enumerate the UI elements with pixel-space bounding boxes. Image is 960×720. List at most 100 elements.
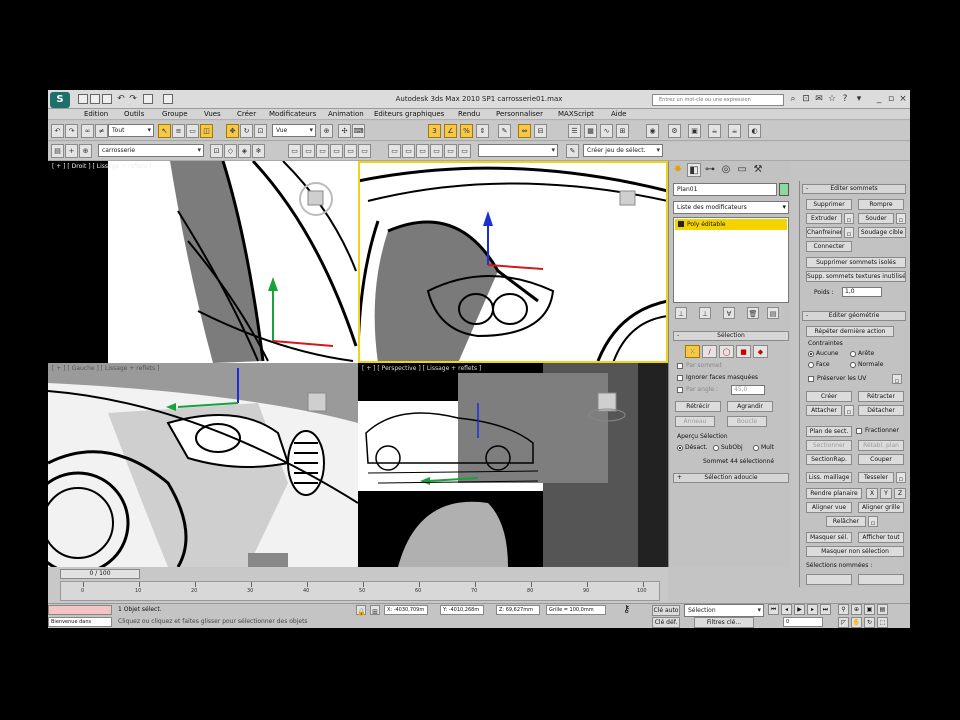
cut-button[interactable]: Couper	[858, 454, 904, 465]
tessellate-button[interactable]: Tesseler	[858, 472, 894, 483]
menu-outils[interactable]: Outils	[124, 110, 144, 118]
snap-options-4-icon[interactable]: ▭	[430, 144, 443, 158]
edge-subobject-icon[interactable]: ∕	[702, 345, 717, 358]
snap-options-6-icon[interactable]: ▭	[458, 144, 471, 158]
preview-multi-radio[interactable]	[753, 445, 759, 451]
grid-align-button[interactable]: Aligner grille	[858, 502, 904, 513]
graphite-toggle-icon[interactable]: ▦	[584, 124, 597, 138]
layer-new-icon[interactable]: +	[65, 144, 78, 158]
by-vertex-checkbox[interactable]	[677, 363, 683, 369]
layer-add-icon[interactable]: ⊕	[79, 144, 92, 158]
edit-geometry-rollout-header[interactable]: - Editer géométrie	[802, 311, 906, 321]
polygon-subobject-icon[interactable]: ■	[736, 345, 751, 358]
help-dropdown-icon[interactable]: ▾	[854, 94, 864, 104]
current-layer-dropdown[interactable]: carrosserie	[98, 144, 204, 157]
weld-settings-icon[interactable]: ▫	[896, 213, 906, 224]
viewport-label-left[interactable]: [ + ] [ Gauche ] [ Lissage + reflets ]	[52, 365, 160, 372]
keyboard-shortcut-icon[interactable]: ⌨	[352, 124, 365, 138]
render-setup-icon[interactable]: ⚙	[668, 124, 681, 138]
remove-button[interactable]: Supprimer	[806, 199, 852, 210]
element-subobject-icon[interactable]: ◆	[753, 345, 768, 358]
modify-tab-icon[interactable]: ◧	[687, 163, 701, 177]
render-production-icon[interactable]: ☕	[708, 124, 721, 138]
remove-modifier-icon[interactable]: 🗑	[747, 307, 759, 319]
display-tab-icon[interactable]: ▭	[735, 163, 749, 177]
key-filters-button[interactable]: Filtres clé...	[694, 617, 754, 628]
extrude-settings-icon[interactable]: ▫	[844, 213, 854, 224]
named-selection-edit-icon[interactable]: ✎	[498, 124, 511, 138]
schematic-view-icon[interactable]: ⊞	[616, 124, 629, 138]
layer-hide-icon[interactable]: ◈	[238, 144, 251, 158]
viewport-perspective[interactable]: [ + ] [ Perspective ] [ Lissage + reflet…	[358, 363, 668, 567]
viewport-control-5-icon[interactable]: ▭	[344, 144, 357, 158]
menu-modificateurs[interactable]: Modificateurs	[269, 110, 316, 118]
pivot-center-icon[interactable]: ⊕	[320, 124, 333, 138]
make-unique-icon[interactable]: ∀	[723, 307, 735, 319]
break-button[interactable]: Rompre	[858, 199, 904, 210]
rectangle-selection-icon[interactable]: ▭	[186, 124, 199, 138]
curve-editor-icon[interactable]: ∿	[600, 124, 613, 138]
menu-vues[interactable]: Vues	[204, 110, 221, 118]
viewport-control-2-icon[interactable]: ▭	[302, 144, 315, 158]
attach-settings-icon[interactable]: ▫	[844, 405, 854, 416]
previous-frame-icon[interactable]: ◂	[781, 604, 792, 615]
select-manipulate-icon[interactable]: ✣	[338, 124, 351, 138]
utilities-tab-icon[interactable]: ⚒	[751, 163, 765, 177]
snap-toggle-icon[interactable]: 3	[428, 124, 441, 138]
constraint-normal-radio[interactable]	[850, 362, 856, 368]
go-to-start-icon[interactable]: ⏮	[768, 604, 779, 615]
time-slider[interactable]: 0 / 100	[60, 569, 140, 579]
relax-settings-icon[interactable]: ▫	[868, 516, 878, 527]
move-icon[interactable]: ✥	[226, 124, 239, 138]
menu-editeurs-graphiques[interactable]: Editeurs graphiques	[374, 110, 444, 118]
tessellate-settings-icon[interactable]: ▫	[896, 472, 906, 483]
menu-edition[interactable]: Edition	[84, 110, 108, 118]
detach-button[interactable]: Détacher	[858, 405, 904, 416]
search-input[interactable]: Entrez un mot-clé ou une expression	[652, 94, 784, 106]
menu-creer[interactable]: Créer	[237, 110, 256, 118]
zoom-icon[interactable]: ⚲	[838, 604, 849, 615]
remove-unused-map-verts-button[interactable]: Supp. sommets textures inutilisés	[806, 271, 906, 282]
viewport-control-4-icon[interactable]: ▭	[330, 144, 343, 158]
make-planar-x-button[interactable]: X	[866, 488, 878, 499]
make-planar-button[interactable]: Rendre planaire	[806, 488, 862, 499]
subscription-icon[interactable]: ⊡	[801, 94, 811, 104]
current-frame-field[interactable]: 0	[783, 617, 823, 627]
minimize-icon[interactable]: _	[874, 94, 884, 104]
configure-sets-icon[interactable]: ▤	[767, 307, 779, 319]
by-angle-checkbox[interactable]	[677, 387, 683, 393]
attach-button[interactable]: Attacher	[806, 405, 842, 416]
by-angle-spinner[interactable]: 45,0	[731, 385, 765, 395]
grow-button[interactable]: Agrandir	[727, 401, 773, 412]
viewport-control-6-icon[interactable]: ▭	[358, 144, 371, 158]
track-bar[interactable]: 0 10 20 30 40 50 60 70 80 90 100	[60, 581, 660, 601]
pin-stack-icon[interactable]: ⊥	[675, 307, 687, 319]
blank-dropdown[interactable]	[478, 144, 558, 157]
target-weld-button[interactable]: Soudage cible	[858, 227, 906, 238]
vertex-subobject-icon[interactable]: ⁙	[685, 345, 700, 358]
fov-icon[interactable]: ◸	[838, 617, 849, 628]
x-coordinate-field[interactable]: X: -4030,709m	[384, 605, 428, 615]
chamfer-settings-icon[interactable]: ▫	[844, 227, 854, 238]
collapse-button[interactable]: Rétracter	[858, 391, 904, 402]
help-icon[interactable]: ?	[840, 94, 850, 104]
edit-vertices-rollout-header[interactable]: - Editer sommets	[802, 184, 906, 194]
viewport-right[interactable]: [ + ] [ Droit ] [ Lissage + reflets ]	[48, 161, 358, 363]
border-subobject-icon[interactable]: ◯	[719, 345, 734, 358]
auto-key-button[interactable]: Clé auto	[652, 605, 680, 616]
rendered-frame-icon[interactable]: ▣	[688, 124, 701, 138]
loop-button[interactable]: Boucle	[727, 416, 767, 427]
unlink-icon[interactable]: ≠	[95, 124, 108, 138]
go-to-end-icon[interactable]: ⏭	[820, 604, 831, 615]
viewport-label-perspective[interactable]: [ + ] [ Perspective ] [ Lissage + reflet…	[362, 365, 481, 372]
selection-set-dropdown[interactable]: Sélection	[684, 604, 764, 617]
scale-icon[interactable]: ⊡	[254, 124, 267, 138]
next-frame-icon[interactable]: ▸	[807, 604, 818, 615]
restore-icon[interactable]: ▫	[886, 94, 896, 104]
split-checkbox[interactable]	[856, 428, 862, 434]
y-coordinate-field[interactable]: Y: -4010,268m	[440, 605, 484, 615]
viewport-front[interactable]	[358, 161, 668, 363]
maxscript-listener-pink[interactable]	[48, 605, 112, 615]
viewport-control-3-icon[interactable]: ▭	[316, 144, 329, 158]
chamfer-button[interactable]: Chanfreiner	[806, 227, 842, 238]
